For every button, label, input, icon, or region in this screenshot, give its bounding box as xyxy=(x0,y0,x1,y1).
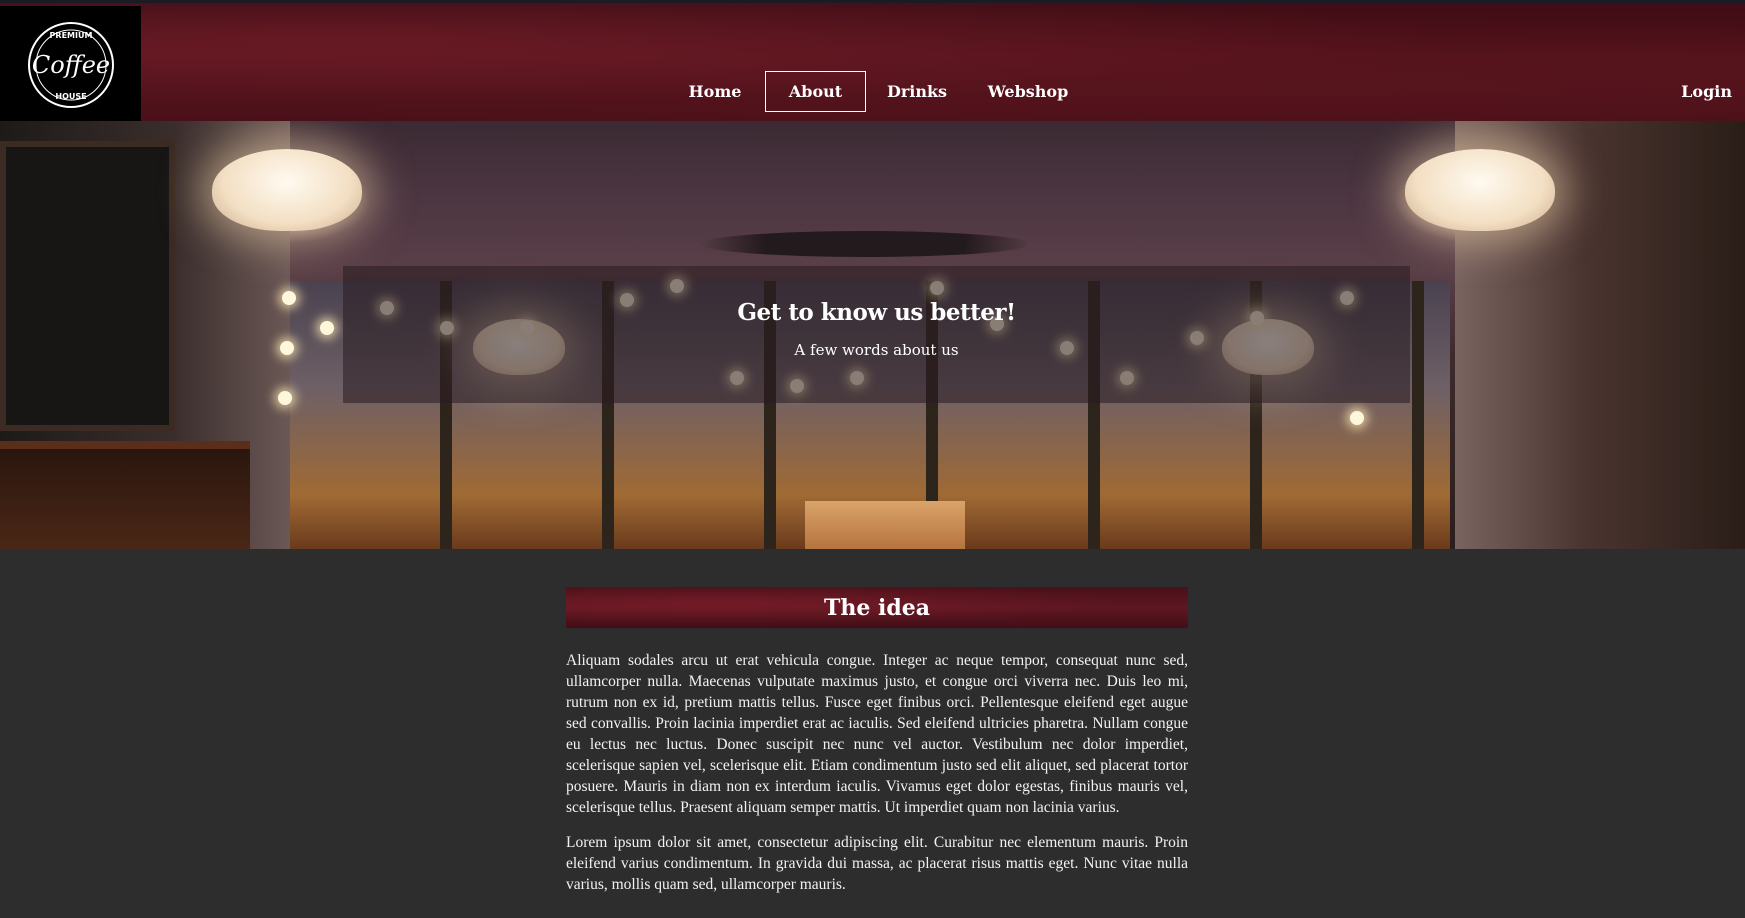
nav-drinks[interactable]: Drinks xyxy=(866,71,968,112)
bulb xyxy=(1350,411,1364,425)
section-title: The idea xyxy=(566,587,1188,628)
main-nav: Home About Drinks Webshop xyxy=(665,71,1088,112)
lamp-image xyxy=(212,149,362,231)
main-content: The idea Aliquam sodales arcu ut erat ve… xyxy=(566,587,1188,895)
nav-about[interactable]: About xyxy=(765,71,866,112)
site-header: PREMIUM Coffee HOUSE Home About Drinks W… xyxy=(0,0,1745,124)
lamp-image xyxy=(1405,149,1555,231)
ceiling-fan-image xyxy=(700,231,1030,257)
chalkboard-image xyxy=(0,141,175,431)
hero-subtitle: A few words about us xyxy=(794,341,959,359)
shelf-image xyxy=(0,441,250,549)
nav-home[interactable]: Home xyxy=(665,71,765,112)
logo[interactable]: PREMIUM Coffee HOUSE xyxy=(0,6,141,124)
coffee-house-logo-icon: PREMIUM Coffee HOUSE xyxy=(27,22,114,108)
login-link[interactable]: Login xyxy=(1681,71,1732,112)
logo-main-text: Coffee xyxy=(31,51,109,79)
paragraph: Aliquam sodales arcu ut erat vehicula co… xyxy=(566,652,1188,816)
logo-bottom-text: HOUSE xyxy=(55,92,86,101)
logo-top-text: PREMIUM xyxy=(49,31,92,40)
bulb xyxy=(278,391,292,405)
bulb xyxy=(282,291,296,305)
bulb xyxy=(280,341,294,355)
hero-overlay: Get to know us better! A few words about… xyxy=(343,266,1410,403)
paragraph: Lorem ipsum dolor sit amet, consectetur … xyxy=(566,834,1188,893)
hero-title: Get to know us better! xyxy=(737,299,1016,326)
hero-banner: Get to know us better! A few words about… xyxy=(0,121,1745,549)
bulb xyxy=(320,321,334,335)
nav-webshop[interactable]: Webshop xyxy=(968,71,1088,112)
